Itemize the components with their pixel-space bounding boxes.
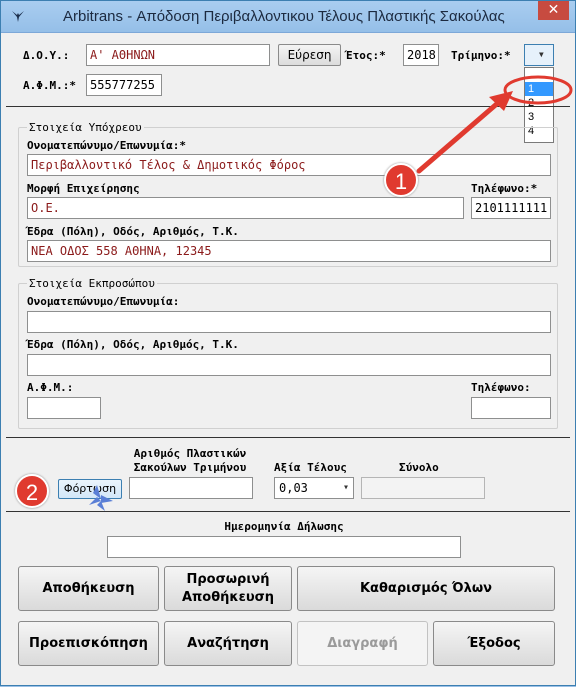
- annotation-badge-2: 2: [15, 474, 49, 508]
- annotation-overlay: [89, 75, 573, 511]
- annotation-badge-1: 1: [384, 163, 418, 197]
- cursor-sparkle-icon: [89, 485, 113, 511]
- main-window: Arbitrans - Απόδοση Περιβαλλοντικου Τέλο…: [0, 0, 576, 686]
- highlight-ellipse: [503, 75, 573, 105]
- annotation-arrow-line: [416, 99, 502, 174]
